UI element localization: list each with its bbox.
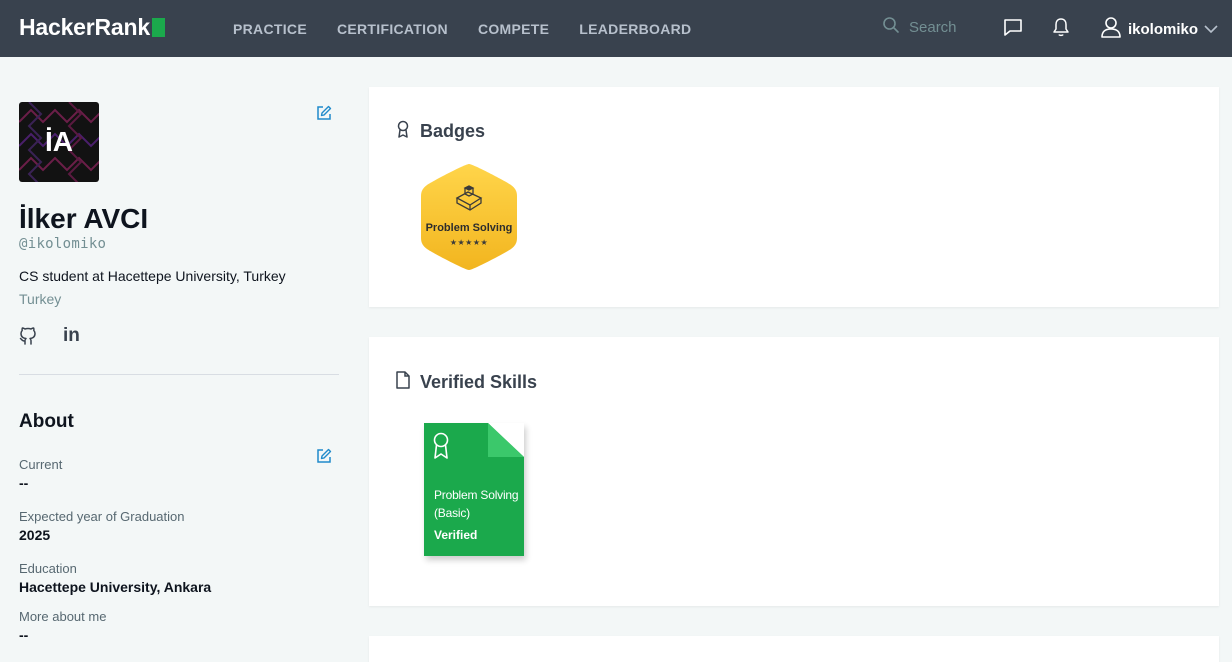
avatar: İA — [19, 102, 99, 182]
award-icon — [396, 120, 410, 143]
badges-card: Badges Problem Solving ★★★★★ — [369, 87, 1219, 307]
search-icon — [882, 16, 900, 39]
github-icon[interactable] — [19, 326, 37, 346]
edit-profile-icon[interactable] — [316, 105, 332, 121]
badge-problem-solving[interactable]: Problem Solving ★★★★★ — [419, 162, 519, 272]
avatar-initials: İA — [45, 126, 73, 157]
nav-link-compete[interactable]: COMPETE — [478, 21, 549, 37]
top-navbar: HackerRank PRACTICE CERTIFICATION COMPET… — [0, 0, 1232, 57]
badges-title: Badges — [420, 121, 486, 141]
verified-skills-title: Verified Skills — [420, 372, 538, 392]
social-links: in — [19, 324, 339, 348]
linkedin-icon[interactable]: in — [63, 325, 80, 347]
badge-hexagon — [421, 164, 517, 270]
badge-label: Problem Solving — [425, 222, 513, 234]
ribbon-award-icon — [431, 432, 451, 465]
user-icon — [1100, 15, 1122, 43]
notifications-bell-icon[interactable] — [1050, 16, 1072, 38]
about-graduation-value: 2025 — [19, 527, 51, 543]
search-box[interactable] — [882, 16, 979, 39]
profile-name: İlker AVCI — [19, 203, 149, 234]
logo-block — [151, 18, 165, 37]
certificate-status: Verified — [434, 528, 478, 542]
about-more-value: -- — [19, 627, 29, 643]
certificate-title: Problem Solving (Basic) — [434, 488, 519, 520]
hackerrank-logo[interactable]: HackerRank — [19, 14, 165, 41]
about-education-value: Hacettepe University, Ankara — [19, 579, 212, 595]
nav-links: PRACTICE CERTIFICATION COMPETE LEADERBOA… — [233, 0, 721, 57]
user-menu[interactable]: ikolomiko — [1100, 15, 1218, 43]
username-label: ikolomiko — [1128, 20, 1199, 38]
nav-link-leaderboard[interactable]: LEADERBOARD — [579, 21, 691, 37]
messages-icon[interactable] — [1002, 16, 1024, 38]
sidebar-divider — [19, 374, 339, 375]
about-current-value: -- — [19, 475, 29, 491]
profile-bio: CS student at Hacettepe University, Turk… — [19, 268, 286, 284]
profile-country: Turkey — [19, 291, 62, 307]
nav-link-practice[interactable]: PRACTICE — [233, 21, 307, 37]
edit-about-icon[interactable] — [316, 448, 332, 464]
about-current-label: Current — [19, 457, 63, 472]
certificate-problem-solving-basic[interactable]: Problem Solving (Basic) Verified — [424, 423, 524, 556]
profile-handle: @ikolomiko — [19, 236, 107, 252]
document-icon — [396, 371, 410, 394]
search-input[interactable] — [909, 19, 979, 36]
logo-text: HackerRank — [19, 14, 150, 40]
next-section-card — [369, 636, 1219, 662]
about-graduation-label: Expected year of Graduation — [19, 509, 185, 524]
verified-skills-header: Verified Skills — [396, 371, 537, 394]
profile-sidebar: İA İlker AVCI @ikolomiko CS student at H… — [19, 102, 339, 643]
about-education-label: Education — [19, 561, 77, 576]
about-more-label: More about me — [19, 609, 107, 624]
about-title: About — [19, 411, 74, 432]
certificate-fold — [488, 423, 524, 457]
badges-header: Badges — [396, 120, 485, 143]
nav-link-certification[interactable]: CERTIFICATION — [337, 21, 448, 37]
verified-skills-card: Verified Skills Problem Solving (Basic) … — [369, 337, 1219, 606]
badge-stars: ★★★★★ — [449, 238, 489, 247]
chevron-down-icon — [1204, 21, 1218, 38]
